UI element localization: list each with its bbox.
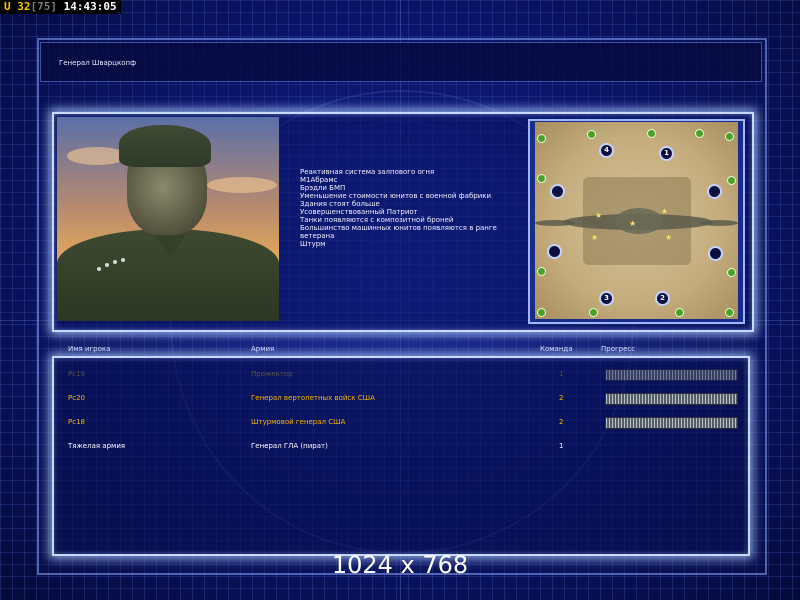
player-row: Pc18 Штурмовой генерал США 2 xyxy=(54,414,748,430)
feature-item: Реактивная система залпового огня xyxy=(300,168,435,176)
map-river-loop xyxy=(615,208,663,234)
oil-derrick-icon: ★ xyxy=(661,207,669,216)
supply-dock-icon xyxy=(537,174,546,183)
start-position-empty xyxy=(708,246,723,261)
supply-dock-icon xyxy=(727,268,736,277)
oil-derrick-icon: ★ xyxy=(591,233,599,242)
player-row: Pc19 Прожектор 1 xyxy=(54,366,748,382)
feature-item: M1Абрамс xyxy=(300,176,338,184)
map-preview: 4 1 3 2 ★ ★ ★ ★ ★ xyxy=(528,119,745,324)
column-player-name: Имя игрока xyxy=(68,345,111,353)
feature-item: Уменьшение стоимости юнитов с военной фа… xyxy=(300,192,492,200)
rank-star-icon xyxy=(113,260,117,264)
player-army: Генерал вертолетных войск США xyxy=(251,394,375,402)
supply-dock-icon xyxy=(589,308,598,317)
loading-progress-bar xyxy=(605,417,738,429)
rank-star-icon xyxy=(97,267,101,271)
supply-dock-icon xyxy=(725,132,734,141)
portrait-cloud xyxy=(207,177,277,193)
oil-derrick-icon: ★ xyxy=(595,211,603,220)
player-team: 2 xyxy=(559,418,564,426)
supply-dock-icon xyxy=(587,130,596,139)
start-position-4: 4 xyxy=(599,143,614,158)
loading-progress-bar xyxy=(605,393,738,405)
player-name: Тяжелая армия xyxy=(68,442,126,450)
supply-dock-icon xyxy=(725,308,734,317)
start-position-empty xyxy=(547,244,562,259)
player-name: Pc20 xyxy=(68,394,85,402)
feature-item: Большинство машинных юнитов появляются в… xyxy=(300,224,497,240)
map-river-west xyxy=(535,220,575,226)
map-terrain: 4 1 3 2 ★ ★ ★ ★ ★ xyxy=(535,122,738,319)
debug-hud: U 32[75] 14:43:05 xyxy=(0,0,121,14)
players-panel: Pc19 Прожектор 1 Pc20 Генерал вертолетны… xyxy=(52,356,750,556)
hud-bracket-value: [75] xyxy=(30,0,58,13)
player-name: Pc19 xyxy=(68,370,85,378)
resolution-label: 1024 x 768 xyxy=(331,551,469,579)
start-position-3: 3 xyxy=(599,291,614,306)
start-position-2: 2 xyxy=(655,291,670,306)
portrait-cloud xyxy=(67,147,127,165)
player-army: Генерал ГЛА (пират) xyxy=(251,442,328,450)
player-row: Pc20 Генерал вертолетных войск США 2 xyxy=(54,390,748,406)
feature-item: Штурм xyxy=(300,240,326,248)
column-army: Армия xyxy=(251,345,275,353)
supply-dock-icon xyxy=(537,267,546,276)
start-position-empty xyxy=(707,184,722,199)
column-progress: Прогресс xyxy=(601,345,636,353)
portrait-cap xyxy=(119,125,211,167)
feature-item: Брэдли БМП xyxy=(300,184,346,192)
general-features-list: Реактивная система залпового огня M1Абра… xyxy=(300,168,522,248)
feature-item: Здания стоят больше xyxy=(300,200,380,208)
player-army: Прожектор xyxy=(251,370,293,378)
start-position-empty xyxy=(550,184,565,199)
hud-time: 14:43:05 xyxy=(63,0,117,13)
player-team: 1 xyxy=(559,442,564,450)
start-position-1: 1 xyxy=(659,146,674,161)
header-bar: Генерал Шварцкопф xyxy=(40,42,762,82)
general-title: Генерал Шварцкопф xyxy=(59,59,137,67)
column-team: Команда xyxy=(540,345,573,353)
oil-derrick-icon: ★ xyxy=(665,233,673,242)
supply-dock-icon xyxy=(727,176,736,185)
rank-star-icon xyxy=(105,263,109,267)
supply-dock-icon xyxy=(647,129,656,138)
player-row: Тяжелая армия Генерал ГЛА (пират) 1 xyxy=(54,438,748,454)
hud-u-label: U xyxy=(4,0,11,13)
supply-dock-icon xyxy=(537,308,546,317)
player-name: Pc18 xyxy=(68,418,85,426)
loading-progress-bar xyxy=(605,369,738,381)
map-river-east xyxy=(700,220,738,226)
feature-item: Танки появляются с композитной броней xyxy=(300,216,454,224)
player-army: Штурмовой генерал США xyxy=(251,418,346,426)
player-team: 2 xyxy=(559,394,564,402)
hud-u-value: 32 xyxy=(17,0,31,13)
oil-derrick-icon: ★ xyxy=(629,219,637,228)
rank-star-icon xyxy=(121,258,125,262)
feature-item: Усовершенствованный Патриот xyxy=(300,208,418,216)
general-portrait xyxy=(57,117,279,321)
player-team: 1 xyxy=(559,370,564,378)
supply-dock-icon xyxy=(537,134,546,143)
supply-dock-icon xyxy=(675,308,684,317)
supply-dock-icon xyxy=(695,129,704,138)
